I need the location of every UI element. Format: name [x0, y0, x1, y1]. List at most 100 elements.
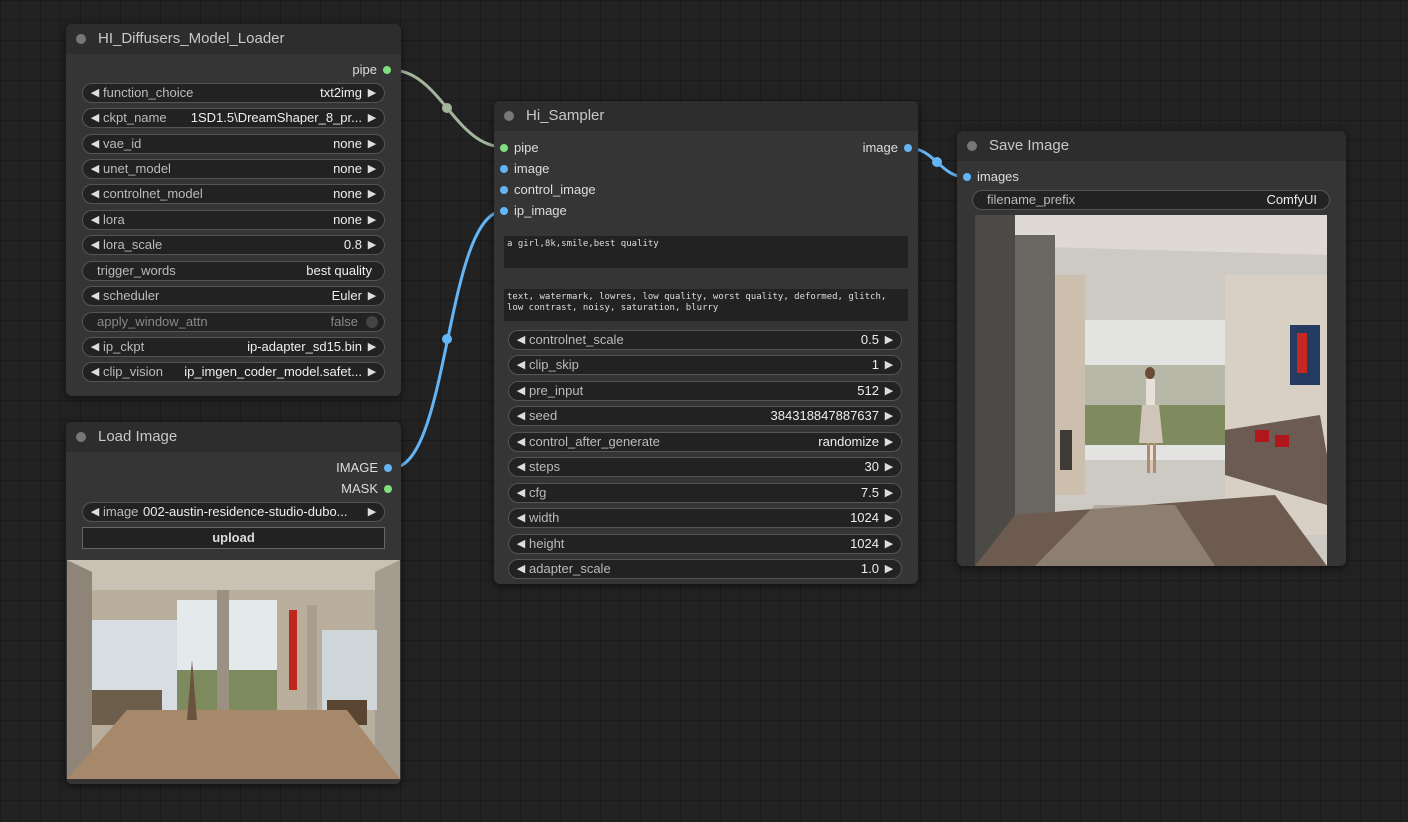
model-loader-title-bar[interactable]: HI_Diffusers_Model_Loader	[66, 24, 401, 54]
lora-widget[interactable]: ◀ lora none ▶	[82, 210, 385, 230]
toggle-knob-icon[interactable]	[366, 316, 378, 328]
sampler-title-bar[interactable]: Hi_Sampler	[494, 101, 918, 131]
pipe-input-port-icon[interactable]	[500, 144, 508, 152]
increment-arrow-icon[interactable]: ▶	[882, 382, 896, 400]
increment-arrow-icon[interactable]: ▶	[882, 356, 896, 374]
positive-prompt-textarea[interactable]: a girl,8k,smile,best quality	[504, 236, 908, 268]
decrement-arrow-icon[interactable]: ◀	[514, 535, 528, 553]
cfg-value: 7.5	[860, 485, 879, 500]
load-image-node[interactable]: Load Image IMAGE MASK ◀ image 002-austin…	[66, 422, 401, 784]
ip-image-input-port-icon[interactable]	[500, 207, 508, 215]
increment-arrow-icon[interactable]: ▶	[882, 433, 896, 451]
increment-arrow-icon[interactable]: ▶	[882, 407, 896, 425]
image-output-port-icon[interactable]	[384, 464, 392, 472]
unet-model-widget[interactable]: ◀ unet_model none ▶	[82, 159, 385, 179]
clip-vision-widget[interactable]: ◀ clip_vision ip_imgen_coder_model.safet..…	[82, 362, 385, 382]
increment-arrow-icon[interactable]: ▶	[365, 236, 379, 254]
ckpt-name-widget[interactable]: ◀ ckpt_name 1SD1.5\DreamShaper_8_pr... ▶	[82, 108, 385, 128]
decrement-arrow-icon[interactable]: ◀	[88, 211, 102, 229]
pre-input-widget[interactable]: ◀ pre_input 512 ▶	[508, 381, 902, 401]
function-choice-widget[interactable]: ◀ function_choice txt2img ▶	[82, 83, 385, 103]
ip-ckpt-widget[interactable]: ◀ ip_ckpt ip-adapter_sd15.bin ▶	[82, 337, 385, 357]
decrement-arrow-icon[interactable]: ◀	[88, 84, 102, 102]
scheduler-widget[interactable]: ◀ scheduler Euler ▶	[82, 286, 385, 306]
decrement-arrow-icon[interactable]: ◀	[514, 382, 528, 400]
decrement-arrow-icon[interactable]: ◀	[88, 185, 102, 203]
adapter-scale-widget[interactable]: ◀ adapter_scale 1.0 ▶	[508, 559, 902, 579]
filename-prefix-field[interactable]: filename_prefix ComfyUI	[972, 190, 1330, 210]
increment-arrow-icon[interactable]: ▶	[365, 211, 379, 229]
model-loader-title: HI_Diffusers_Model_Loader	[98, 30, 285, 47]
sampler-node[interactable]: Hi_Sampler pipe image control_image ip_i…	[494, 101, 918, 584]
increment-arrow-icon[interactable]: ▶	[882, 458, 896, 476]
steps-widget[interactable]: ◀ steps 30 ▶	[508, 457, 902, 477]
image-output-port-icon[interactable]	[904, 144, 912, 152]
increment-arrow-icon[interactable]: ▶	[365, 287, 379, 305]
pipe-output-port-icon[interactable]	[383, 66, 391, 74]
decrement-arrow-icon[interactable]: ◀	[88, 363, 102, 381]
image-input-port-icon[interactable]	[500, 165, 508, 173]
increment-arrow-icon[interactable]: ▶	[365, 109, 379, 127]
model-loader-node[interactable]: HI_Diffusers_Model_Loader pipe ◀ function…	[66, 24, 401, 396]
increment-arrow-icon[interactable]: ▶	[365, 503, 379, 521]
lora-scale-widget[interactable]: ◀ lora_scale 0.8 ▶	[82, 235, 385, 255]
decrement-arrow-icon[interactable]: ◀	[88, 236, 102, 254]
collapse-dot-icon[interactable]	[504, 111, 514, 121]
control-image-input-port-icon[interactable]	[500, 186, 508, 194]
increment-arrow-icon[interactable]: ▶	[365, 160, 379, 178]
decrement-arrow-icon[interactable]: ◀	[88, 338, 102, 356]
decrement-arrow-icon[interactable]: ◀	[514, 484, 528, 502]
mask-output-port-icon[interactable]	[384, 485, 392, 493]
increment-arrow-icon[interactable]: ▶	[365, 135, 379, 153]
seed-widget[interactable]: ◀ seed 384318847887637 ▶	[508, 406, 902, 426]
clip-skip-widget[interactable]: ◀ clip_skip 1 ▶	[508, 355, 902, 375]
image-select[interactable]: ◀ image 002-austin-residence-studio-dubo…	[82, 502, 385, 522]
collapse-dot-icon[interactable]	[76, 432, 86, 442]
increment-arrow-icon[interactable]: ▶	[365, 84, 379, 102]
ip-image-input-label: ip_image	[514, 203, 567, 218]
controlnet-scale-widget[interactable]: ◀ controlnet_scale 0.5 ▶	[508, 330, 902, 350]
save-image-node[interactable]: Save Image images filename_prefix ComfyU…	[957, 131, 1346, 566]
upload-button[interactable]: upload	[82, 527, 385, 549]
decrement-arrow-icon[interactable]: ◀	[88, 287, 102, 305]
increment-arrow-icon[interactable]: ▶	[882, 484, 896, 502]
width-label: width	[529, 510, 560, 525]
decrement-arrow-icon[interactable]: ◀	[514, 407, 528, 425]
collapse-dot-icon[interactable]	[967, 141, 977, 151]
increment-arrow-icon[interactable]: ▶	[882, 331, 896, 349]
decrement-arrow-icon[interactable]: ◀	[88, 109, 102, 127]
image-select-value: 002-austin-residence-studio-dubo...	[143, 504, 348, 519]
function-choice-value: txt2img	[320, 85, 362, 100]
increment-arrow-icon[interactable]: ▶	[365, 338, 379, 356]
decrement-arrow-icon[interactable]: ◀	[514, 458, 528, 476]
decrement-arrow-icon[interactable]: ◀	[514, 433, 528, 451]
height-widget[interactable]: ◀ height 1024 ▶	[508, 534, 902, 554]
negative-prompt-textarea[interactable]: text, watermark, lowres, low quality, wo…	[504, 289, 908, 321]
images-input-label: images	[977, 169, 1019, 184]
collapse-dot-icon[interactable]	[76, 34, 86, 44]
lora-scale-label: lora_scale	[103, 237, 163, 252]
increment-arrow-icon[interactable]: ▶	[882, 535, 896, 553]
trigger-words-widget[interactable]: trigger_words best quality	[82, 261, 385, 281]
decrement-arrow-icon[interactable]: ◀	[88, 160, 102, 178]
increment-arrow-icon[interactable]: ▶	[882, 509, 896, 527]
images-input-port-icon[interactable]	[963, 173, 971, 181]
width-widget[interactable]: ◀ width 1024 ▶	[508, 508, 902, 528]
increment-arrow-icon[interactable]: ▶	[365, 363, 379, 381]
steps-value: 30	[864, 459, 879, 474]
control-after-generate-widget[interactable]: ◀ control_after_generate randomize ▶	[508, 432, 902, 452]
decrement-arrow-icon[interactable]: ◀	[514, 509, 528, 527]
decrement-arrow-icon[interactable]: ◀	[514, 560, 528, 578]
apply-window-attn-widget[interactable]: apply_window_attn false	[82, 312, 385, 332]
decrement-arrow-icon[interactable]: ◀	[88, 135, 102, 153]
increment-arrow-icon[interactable]: ▶	[365, 185, 379, 203]
vae-id-widget[interactable]: ◀ vae_id none ▶	[82, 134, 385, 154]
cfg-widget[interactable]: ◀ cfg 7.5 ▶	[508, 483, 902, 503]
save-image-title-bar[interactable]: Save Image	[957, 131, 1346, 161]
controlnet-model-widget[interactable]: ◀ controlnet_model none ▶	[82, 184, 385, 204]
decrement-arrow-icon[interactable]: ◀	[514, 356, 528, 374]
load-image-title-bar[interactable]: Load Image	[66, 422, 401, 452]
decrement-arrow-icon[interactable]: ◀	[514, 331, 528, 349]
increment-arrow-icon[interactable]: ▶	[882, 560, 896, 578]
decrement-arrow-icon[interactable]: ◀	[88, 503, 102, 521]
